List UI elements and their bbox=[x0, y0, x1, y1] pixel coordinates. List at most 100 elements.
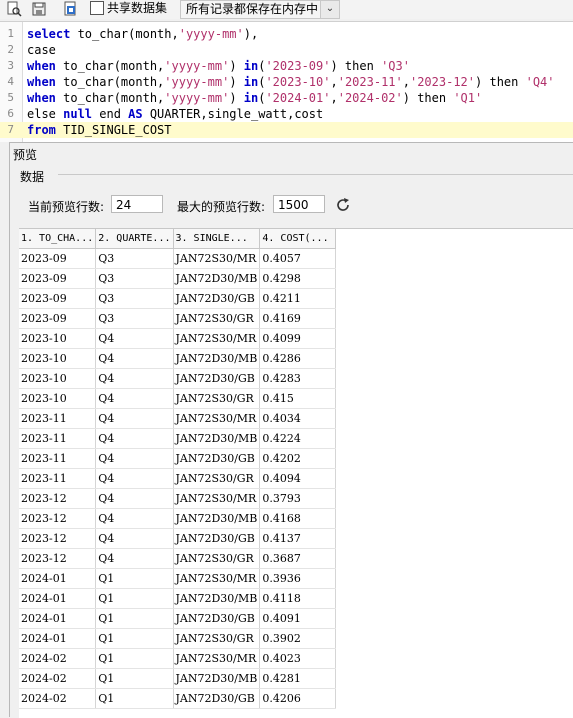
table-row[interactable]: 2024-01 Q1 JAN72S30/GR 0.3902 bbox=[19, 628, 337, 649]
table-cell[interactable]: 0.4281 bbox=[259, 668, 337, 689]
table-cell[interactable]: 2023-09 bbox=[19, 268, 97, 289]
table-cell[interactable]: Q4 bbox=[95, 388, 174, 409]
table-cell[interactable]: 2023-10 bbox=[19, 328, 97, 349]
table-cell[interactable]: 2023-10 bbox=[19, 388, 97, 409]
table-cell[interactable]: 0.3936 bbox=[259, 568, 337, 589]
table-cell[interactable]: 0.4057 bbox=[259, 248, 337, 269]
table-row[interactable]: 2023-10 Q4 JAN72D30/MB 0.4286 bbox=[19, 348, 337, 369]
table-row[interactable]: 2023-10 Q4 JAN72S30/GR 0.415 bbox=[19, 388, 337, 409]
table-cell[interactable]: 2023-12 bbox=[19, 508, 97, 529]
table-row[interactable]: 2023-09 Q3 JAN72S30/MR 0.4057 bbox=[19, 248, 337, 269]
sql-editor[interactable]: 1 select to_char(month,'yyyy-mm'), 2 case 3 w… bbox=[0, 21, 573, 142]
table-cell[interactable]: 0.4137 bbox=[259, 528, 337, 549]
table-row[interactable]: 2024-02 Q1 JAN72S30/MR 0.4023 bbox=[19, 648, 337, 669]
table-cell[interactable]: Q3 bbox=[95, 288, 174, 309]
table-row[interactable]: 2023-11 Q4 JAN72S30/MR 0.4034 bbox=[19, 408, 337, 429]
table-cell[interactable]: Q1 bbox=[95, 608, 174, 629]
table-cell[interactable]: Q4 bbox=[95, 508, 174, 529]
code-line[interactable]: 4 when to_char(month,'yyyy-mm') in('2023-… bbox=[0, 74, 573, 90]
table-cell[interactable]: Q1 bbox=[95, 588, 174, 609]
table-cell[interactable]: Q3 bbox=[95, 308, 174, 329]
table-cell[interactable]: JAN72S30/MR bbox=[173, 568, 261, 589]
table-cell[interactable]: Q4 bbox=[95, 368, 174, 389]
table-cell[interactable]: 0.4283 bbox=[259, 368, 337, 389]
table-cell[interactable]: 2023-09 bbox=[19, 288, 97, 309]
table-cell[interactable]: JAN72D30/GB bbox=[173, 448, 261, 469]
table-row[interactable]: 2024-02 Q1 JAN72D30/GB 0.4206 bbox=[19, 688, 337, 709]
table-cell[interactable]: 2024-02 bbox=[19, 648, 97, 669]
table-cell[interactable]: JAN72D30/MB bbox=[173, 348, 261, 369]
table-cell[interactable]: JAN72D30/GB bbox=[173, 288, 261, 309]
table-cell[interactable]: JAN72D30/GB bbox=[173, 528, 261, 549]
table-cell[interactable]: JAN72S30/GR bbox=[173, 548, 261, 569]
table-cell[interactable]: 0.4286 bbox=[259, 348, 337, 369]
table-cell[interactable]: Q4 bbox=[95, 348, 174, 369]
table-row[interactable]: 2023-10 Q4 JAN72S30/MR 0.4099 bbox=[19, 328, 337, 349]
table-row[interactable]: 2023-12 Q4 JAN72S30/MR 0.3793 bbox=[19, 488, 337, 509]
table-cell[interactable]: JAN72D30/GB bbox=[173, 608, 261, 629]
table-cell[interactable]: JAN72S30/GR bbox=[173, 468, 261, 489]
table-cell[interactable]: Q1 bbox=[95, 688, 174, 709]
table-cell[interactable]: 0.4206 bbox=[259, 688, 337, 709]
table-cell[interactable]: 2023-11 bbox=[19, 408, 97, 429]
current-rows-field[interactable]: 24 bbox=[111, 195, 163, 213]
table-row[interactable]: 2023-09 Q3 JAN72D30/GB 0.4211 bbox=[19, 288, 337, 309]
table-cell[interactable]: Q4 bbox=[95, 448, 174, 469]
table-cell[interactable]: 2023-09 bbox=[19, 308, 97, 329]
table-cell[interactable]: JAN72S30/MR bbox=[173, 328, 261, 349]
table-cell[interactable]: 0.3793 bbox=[259, 488, 337, 509]
table-cell[interactable]: JAN72D30/MB bbox=[173, 668, 261, 689]
table-cell[interactable]: 0.4202 bbox=[259, 448, 337, 469]
table-row[interactable]: 2023-11 Q4 JAN72S30/GR 0.4094 bbox=[19, 468, 337, 489]
code-line[interactable]: 1 select to_char(month,'yyyy-mm'), bbox=[0, 26, 573, 42]
table-cell[interactable]: JAN72S30/MR bbox=[173, 488, 261, 509]
table-cell[interactable]: 0.415 bbox=[259, 388, 337, 409]
table-row[interactable]: 2023-12 Q4 JAN72D30/GB 0.4137 bbox=[19, 528, 337, 549]
table-cell[interactable]: 0.4099 bbox=[259, 328, 337, 349]
table-cell[interactable]: 0.3902 bbox=[259, 628, 337, 649]
table-row[interactable]: 2024-01 Q1 JAN72D30/MB 0.4118 bbox=[19, 588, 337, 609]
table-cell[interactable]: 2023-11 bbox=[19, 448, 97, 469]
table-row[interactable]: 2023-10 Q4 JAN72D30/GB 0.4283 bbox=[19, 368, 337, 389]
table-cell[interactable]: Q1 bbox=[95, 668, 174, 689]
table-cell[interactable]: 2024-02 bbox=[19, 688, 97, 709]
table-cell[interactable]: 2024-01 bbox=[19, 608, 97, 629]
code-line[interactable]: 5 when to_char(month,'yyyy-mm') in('2024-… bbox=[0, 90, 573, 106]
table-cell[interactable]: Q1 bbox=[95, 648, 174, 669]
max-rows-field[interactable]: 1500 bbox=[273, 195, 325, 213]
table-cell[interactable]: 0.4224 bbox=[259, 428, 337, 449]
table-cell[interactable]: JAN72D30/MB bbox=[173, 428, 261, 449]
table-cell[interactable]: 2023-10 bbox=[19, 348, 97, 369]
result-grid[interactable]: 1. TO_CHA... 2. QUARTE... 3. SINGLE... 4. C… bbox=[19, 228, 573, 718]
column-header[interactable]: 4. COST(... bbox=[259, 229, 337, 249]
table-cell[interactable]: Q4 bbox=[95, 488, 174, 509]
save-icon[interactable] bbox=[31, 1, 47, 17]
zoom-page-icon[interactable] bbox=[6, 1, 22, 17]
table-cell[interactable]: Q3 bbox=[95, 268, 174, 289]
code-line[interactable]: 6 else null end AS QUARTER,single_watt,co… bbox=[0, 106, 573, 122]
table-cell[interactable]: 0.4094 bbox=[259, 468, 337, 489]
table-cell[interactable]: Q4 bbox=[95, 528, 174, 549]
table-cell[interactable]: JAN72S30/GR bbox=[173, 628, 261, 649]
table-cell[interactable]: Q4 bbox=[95, 548, 174, 569]
table-cell[interactable]: JAN72S30/MR bbox=[173, 648, 261, 669]
table-row[interactable]: 2023-12 Q4 JAN72D30/MB 0.4168 bbox=[19, 508, 337, 529]
table-cell[interactable]: 2023-11 bbox=[19, 468, 97, 489]
table-cell[interactable]: 0.4169 bbox=[259, 308, 337, 329]
table-cell[interactable]: Q1 bbox=[95, 568, 174, 589]
table-cell[interactable]: 2023-09 bbox=[19, 248, 97, 269]
code-line[interactable]: 2 case bbox=[0, 42, 573, 58]
table-cell[interactable]: JAN72D30/GB bbox=[173, 368, 261, 389]
code-line[interactable]: 7 from TID_SINGLE_COST bbox=[0, 122, 573, 138]
table-cell[interactable]: Q4 bbox=[95, 428, 174, 449]
table-cell[interactable]: 0.4168 bbox=[259, 508, 337, 529]
table-cell[interactable]: 2023-12 bbox=[19, 488, 97, 509]
column-header[interactable]: 1. TO_CHA... bbox=[19, 229, 97, 249]
table-cell[interactable]: JAN72D30/MB bbox=[173, 508, 261, 529]
refresh-icon[interactable] bbox=[335, 197, 351, 213]
record-mode-select[interactable]: 所有记录都保存在内存中 ⌄ bbox=[180, 0, 340, 19]
table-cell[interactable]: Q4 bbox=[95, 468, 174, 489]
code-line[interactable]: 3 when to_char(month,'yyyy-mm') in('2023-… bbox=[0, 58, 573, 74]
table-cell[interactable]: JAN72D30/MB bbox=[173, 268, 261, 289]
table-cell[interactable]: 0.4023 bbox=[259, 648, 337, 669]
